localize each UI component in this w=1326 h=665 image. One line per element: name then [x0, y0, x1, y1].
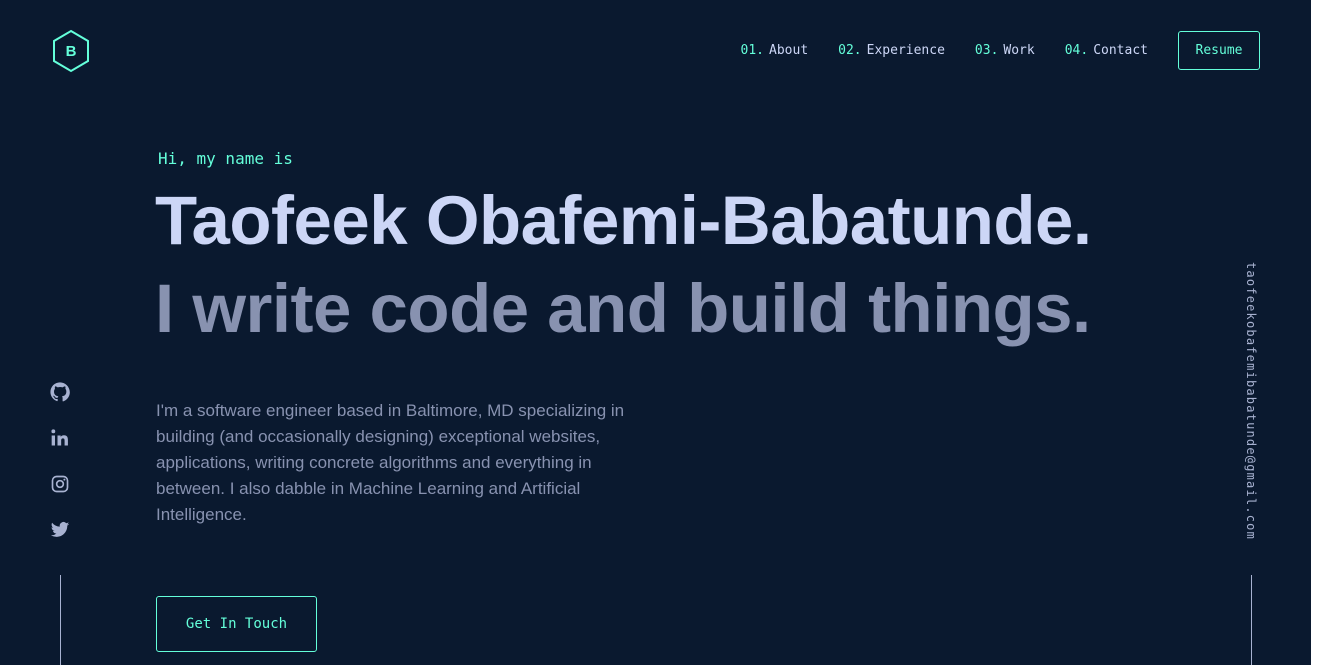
- nav-label: Work: [1003, 43, 1035, 58]
- nav-number: 01.: [740, 43, 765, 58]
- scrollbar-gutter: [1311, 0, 1326, 665]
- github-icon[interactable]: [48, 380, 72, 404]
- hero-tagline: I write code and build things.: [155, 270, 1091, 347]
- nav-number: 04.: [1064, 43, 1089, 58]
- instagram-icon[interactable]: [48, 472, 72, 496]
- hero-greeting: Hi, my name is: [158, 149, 293, 168]
- nav-label: Contact: [1093, 43, 1148, 58]
- resume-button[interactable]: Resume: [1178, 31, 1260, 70]
- get-in-touch-button[interactable]: Get In Touch: [156, 596, 317, 652]
- hero-name: Taofeek Obafemi-Babatunde.: [155, 182, 1092, 259]
- portfolio-page: B 01. About 02. Experience 03. Work 04. Cont…: [0, 0, 1311, 665]
- nav-item-about[interactable]: 01. About: [741, 43, 809, 58]
- nav-number: 02.: [838, 43, 862, 58]
- left-divider-line: [60, 575, 61, 665]
- nav-item-contact[interactable]: 04. Contact: [1065, 43, 1148, 58]
- logo-button[interactable]: B: [51, 29, 91, 73]
- email-link[interactable]: taofeekobafemibabatunde@gmail.com: [1244, 262, 1258, 540]
- nav-item-work[interactable]: 03. Work: [975, 43, 1035, 58]
- nav-label: Experience: [866, 43, 945, 58]
- right-divider-line: [1251, 575, 1252, 665]
- nav-item-experience[interactable]: 02. Experience: [838, 43, 945, 58]
- top-nav: 01. About 02. Experience 03. Work 04. Contac…: [741, 31, 1260, 70]
- nav-label: About: [769, 43, 809, 58]
- hero-bio: I'm a software engineer based in Baltimo…: [156, 401, 625, 524]
- twitter-icon[interactable]: [48, 518, 72, 542]
- nav-number: 03.: [974, 43, 999, 58]
- social-sidebar: [48, 380, 72, 564]
- logo-letter: B: [65, 42, 77, 60]
- linkedin-icon[interactable]: [48, 426, 72, 450]
